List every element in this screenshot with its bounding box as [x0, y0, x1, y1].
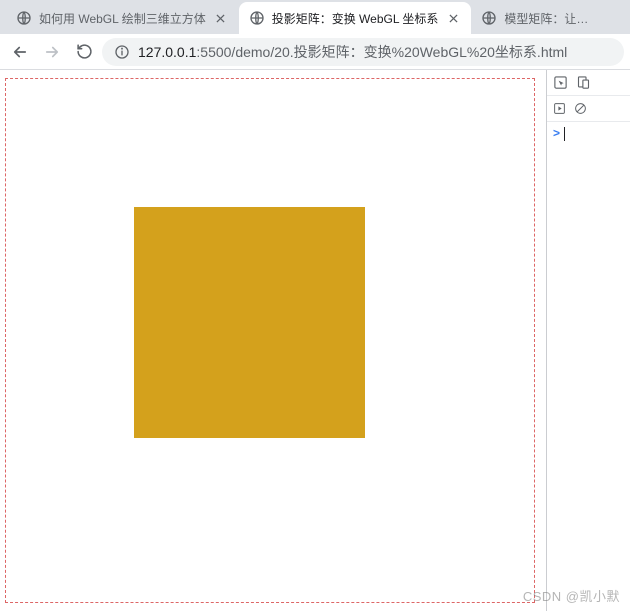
webgl-canvas[interactable] [5, 78, 535, 603]
tab-0[interactable]: 如何用 WebGL 绘制三维立方体 [6, 2, 239, 34]
clear-icon[interactable] [574, 102, 587, 115]
play-icon[interactable] [553, 102, 566, 115]
console-prompt-icon: > [553, 126, 560, 140]
address-bar[interactable]: 127.0.0.1:5500/demo/20.投影矩阵：变换%20WebGL%2… [102, 38, 624, 66]
device-toggle-icon[interactable] [576, 75, 591, 90]
forward-button[interactable] [38, 38, 66, 66]
back-button[interactable] [6, 38, 34, 66]
url-text: 127.0.0.1:5500/demo/20.投影矩阵：变换%20WebGL%2… [138, 42, 567, 62]
rendered-square [134, 207, 365, 438]
tab-strip: 如何用 WebGL 绘制三维立方体 投影矩阵：变换 WebGL 坐标系 模型矩阵… [0, 0, 630, 34]
tab-title: 模型矩阵：让立方体旋 [504, 10, 594, 27]
close-icon[interactable] [445, 10, 461, 26]
devtools-toolbar-1[interactable] [547, 70, 630, 96]
close-icon[interactable] [213, 10, 229, 26]
tab-2[interactable]: 模型矩阵：让立方体旋 [471, 2, 596, 34]
tab-title: 如何用 WebGL 绘制三维立方体 [39, 10, 206, 27]
site-info-icon[interactable] [114, 44, 130, 60]
tab-title: 投影矩阵：变换 WebGL 坐标系 [272, 10, 439, 27]
globe-icon [481, 10, 497, 26]
devtools-toolbar-2[interactable] [547, 96, 630, 122]
inspect-icon[interactable] [553, 75, 568, 90]
content-area: > [0, 70, 630, 611]
page-viewport [0, 70, 546, 611]
tab-1[interactable]: 投影矩阵：变换 WebGL 坐标系 [239, 2, 472, 34]
devtools-panel[interactable]: > [546, 70, 630, 611]
toolbar: 127.0.0.1:5500/demo/20.投影矩阵：变换%20WebGL%2… [0, 34, 630, 70]
reload-button[interactable] [70, 38, 98, 66]
globe-icon [16, 10, 32, 26]
console-input[interactable]: > [547, 122, 630, 145]
globe-icon [249, 10, 265, 26]
console-cursor [564, 127, 565, 141]
